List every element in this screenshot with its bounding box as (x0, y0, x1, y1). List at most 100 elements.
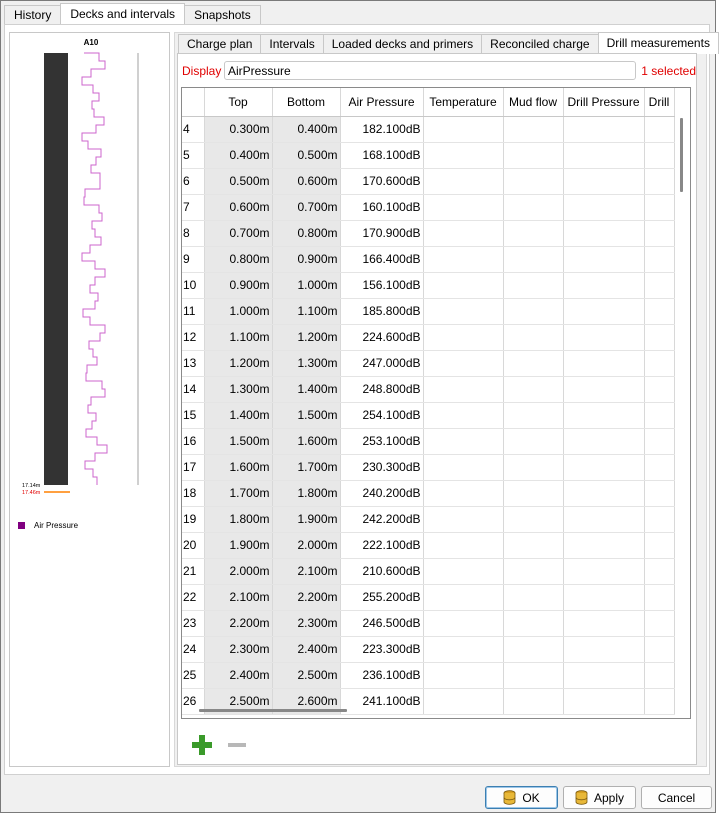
table-row[interactable]: 11 1.000m 1.100m 185.800dB (182, 298, 675, 325)
drill-cell[interactable] (644, 376, 675, 403)
top-cell[interactable]: 2.300m (204, 636, 273, 663)
air-pressure-cell[interactable]: 160.100dB (340, 194, 424, 221)
bottom-cell[interactable]: 2.000m (272, 532, 341, 559)
cancel-button[interactable]: Cancel (641, 786, 712, 809)
row-number-cell[interactable]: 18 (182, 480, 205, 507)
vertical-scrollbar[interactable] (680, 118, 683, 192)
row-number-cell[interactable]: 16 (182, 428, 205, 455)
mud-flow-cell[interactable] (503, 480, 564, 507)
row-number-cell[interactable]: 24 (182, 636, 205, 663)
drill-cell[interactable] (644, 142, 675, 169)
column-header-temperature[interactable]: Temperature (423, 88, 504, 117)
top-cell[interactable]: 2.200m (204, 610, 273, 637)
drill-pressure-cell[interactable] (563, 298, 645, 325)
top-cell[interactable]: 1.000m (204, 298, 273, 325)
drill-pressure-cell[interactable] (563, 610, 645, 637)
drill-cell[interactable] (644, 298, 675, 325)
column-header-bottom[interactable]: Bottom (272, 88, 341, 117)
drill-pressure-cell[interactable] (563, 454, 645, 481)
top-cell[interactable]: 1.900m (204, 532, 273, 559)
drill-pressure-cell[interactable] (563, 584, 645, 611)
top-cell[interactable]: 0.500m (204, 168, 273, 195)
mud-flow-cell[interactable] (503, 584, 564, 611)
tab-reconciled-charge[interactable]: Reconciled charge (481, 34, 599, 53)
drill-cell[interactable] (644, 168, 675, 195)
mud-flow-cell[interactable] (503, 636, 564, 663)
row-number-cell[interactable]: 22 (182, 584, 205, 611)
drill-pressure-cell[interactable] (563, 558, 645, 585)
air-pressure-cell[interactable]: 248.800dB (340, 376, 424, 403)
bottom-cell[interactable]: 2.300m (272, 610, 341, 637)
drill-pressure-cell[interactable] (563, 376, 645, 403)
column-header-mud-flow[interactable]: Mud flow (503, 88, 564, 117)
temperature-cell[interactable] (423, 376, 504, 403)
temperature-cell[interactable] (423, 194, 504, 221)
bottom-cell[interactable]: 1.900m (272, 506, 341, 533)
temperature-cell[interactable] (423, 532, 504, 559)
temperature-cell[interactable] (423, 246, 504, 273)
air-pressure-cell[interactable]: 168.100dB (340, 142, 424, 169)
air-pressure-cell[interactable]: 156.100dB (340, 272, 424, 299)
row-number-cell[interactable]: 15 (182, 402, 205, 429)
drill-cell[interactable] (644, 584, 675, 611)
air-pressure-cell[interactable]: 170.600dB (340, 168, 424, 195)
drill-pressure-cell[interactable] (563, 532, 645, 559)
table-row[interactable]: 12 1.100m 1.200m 224.600dB (182, 324, 675, 351)
drill-cell[interactable] (644, 662, 675, 689)
temperature-cell[interactable] (423, 116, 504, 143)
row-number-cell[interactable]: 4 (182, 116, 205, 143)
drill-pressure-cell[interactable] (563, 350, 645, 377)
mud-flow-cell[interactable] (503, 532, 564, 559)
drill-cell[interactable] (644, 324, 675, 351)
drill-pressure-cell[interactable] (563, 636, 645, 663)
air-pressure-cell[interactable]: 246.500dB (340, 610, 424, 637)
row-number-cell[interactable]: 13 (182, 350, 205, 377)
temperature-cell[interactable] (423, 506, 504, 533)
air-pressure-cell[interactable]: 253.100dB (340, 428, 424, 455)
top-cell[interactable]: 2.400m (204, 662, 273, 689)
drill-cell[interactable] (644, 272, 675, 299)
table-row[interactable]: 21 2.000m 2.100m 210.600dB (182, 558, 675, 585)
air-pressure-cell[interactable]: 166.400dB (340, 246, 424, 273)
drill-cell[interactable] (644, 636, 675, 663)
bottom-cell[interactable]: 1.800m (272, 480, 341, 507)
row-number-cell[interactable]: 12 (182, 324, 205, 351)
top-cell[interactable]: 0.700m (204, 220, 273, 247)
bottom-cell[interactable]: 2.100m (272, 558, 341, 585)
mud-flow-cell[interactable] (503, 506, 564, 533)
top-cell[interactable]: 1.500m (204, 428, 273, 455)
temperature-cell[interactable] (423, 480, 504, 507)
drill-cell[interactable] (644, 402, 675, 429)
top-cell[interactable]: 1.100m (204, 324, 273, 351)
bottom-cell[interactable]: 1.400m (272, 376, 341, 403)
top-cell[interactable]: 0.400m (204, 142, 273, 169)
column-header-air-pressure[interactable]: Air Pressure (340, 88, 424, 117)
drill-pressure-cell[interactable] (563, 194, 645, 221)
table-row[interactable]: 7 0.600m 0.700m 160.100dB (182, 194, 675, 221)
mud-flow-cell[interactable] (503, 350, 564, 377)
air-pressure-cell[interactable]: 254.100dB (340, 402, 424, 429)
drill-cell[interactable] (644, 116, 675, 143)
row-number-cell[interactable]: 20 (182, 532, 205, 559)
table-row[interactable]: 10 0.900m 1.000m 156.100dB (182, 272, 675, 299)
row-number-cell[interactable]: 10 (182, 272, 205, 299)
bottom-cell[interactable]: 0.900m (272, 246, 341, 273)
drill-pressure-cell[interactable] (563, 142, 645, 169)
temperature-cell[interactable] (423, 142, 504, 169)
table-row[interactable]: 20 1.900m 2.000m 222.100dB (182, 532, 675, 559)
top-cell[interactable]: 1.300m (204, 376, 273, 403)
bottom-cell[interactable]: 0.700m (272, 194, 341, 221)
temperature-cell[interactable] (423, 402, 504, 429)
air-pressure-cell[interactable]: 224.600dB (340, 324, 424, 351)
air-pressure-cell[interactable]: 230.300dB (340, 454, 424, 481)
table-row[interactable]: 4 0.300m 0.400m 182.100dB (182, 116, 675, 143)
drill-cell[interactable] (644, 610, 675, 637)
table-row[interactable]: 24 2.300m 2.400m 223.300dB (182, 636, 675, 663)
air-pressure-cell[interactable]: 210.600dB (340, 558, 424, 585)
bottom-cell[interactable]: 1.100m (272, 298, 341, 325)
table-row[interactable]: 19 1.800m 1.900m 242.200dB (182, 506, 675, 533)
top-cell[interactable]: 1.800m (204, 506, 273, 533)
table-row[interactable]: 6 0.500m 0.600m 170.600dB (182, 168, 675, 195)
display-select[interactable]: AirPressure (224, 61, 636, 80)
table-row[interactable]: 22 2.100m 2.200m 255.200dB (182, 584, 675, 611)
